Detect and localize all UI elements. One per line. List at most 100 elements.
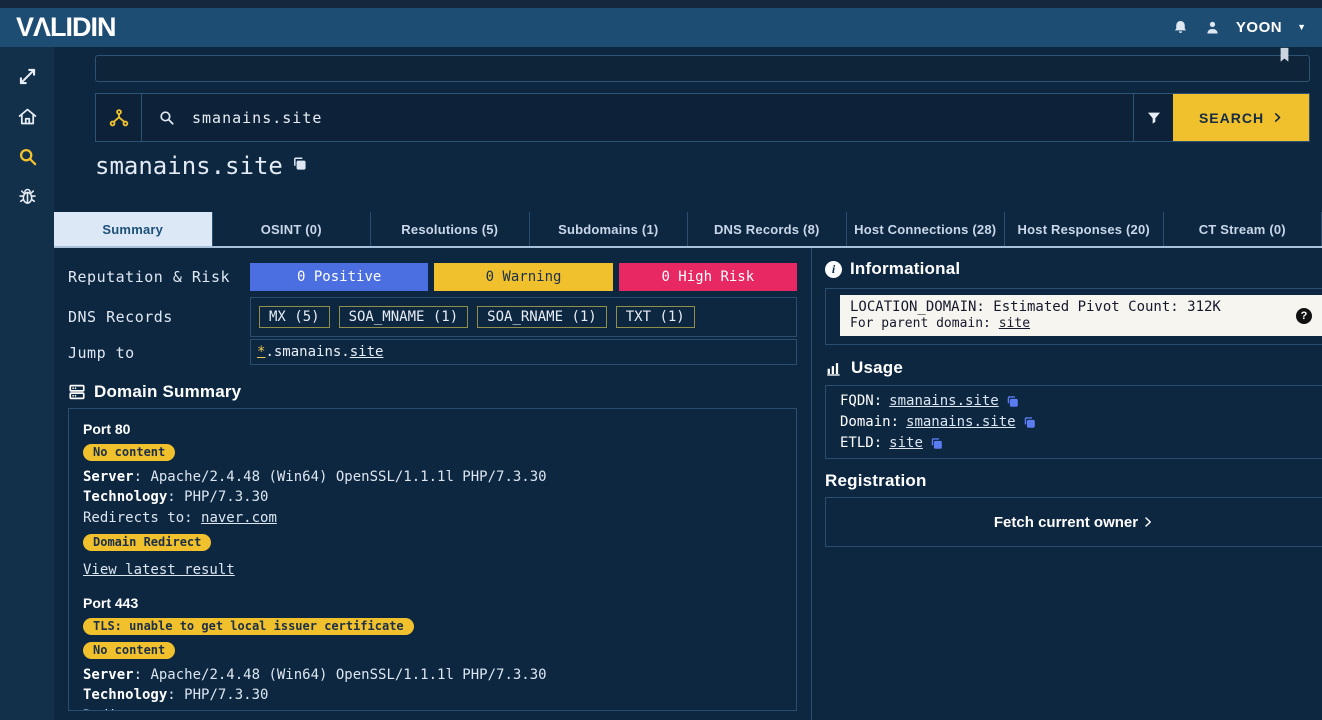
technology-value: PHP/7.3.30 bbox=[184, 687, 268, 703]
usage-row-fqdn: FQDN: smanains.site bbox=[840, 391, 1322, 412]
jump-to-label: Jump to bbox=[68, 344, 135, 362]
search-input[interactable]: smanains.site bbox=[142, 94, 1134, 141]
usage-row-etld: ETLD: site bbox=[840, 433, 1322, 454]
jump-to-box: *.smanains.site bbox=[250, 339, 797, 365]
page-title-row: smanains.site bbox=[95, 152, 307, 181]
technology-label: Technology bbox=[83, 687, 167, 703]
server-value: Apache/2.4.48 (Win64) OpenSSL/1.1.1l PHP… bbox=[150, 469, 546, 485]
jump-wildcard-link[interactable]: * bbox=[257, 344, 265, 360]
server-label: Server bbox=[83, 667, 134, 683]
domain-summary-header: Domain Summary bbox=[68, 382, 241, 402]
etld-value-link[interactable]: site bbox=[889, 433, 923, 454]
filter-funnel-icon[interactable] bbox=[1134, 94, 1173, 141]
technology-line: Technology: PHP/7.3.30 bbox=[83, 685, 782, 705]
search-bar: smanains.site SEARCH bbox=[95, 93, 1310, 142]
reputation-risk-label: Reputation & Risk bbox=[68, 268, 230, 286]
collapsed-top-panel[interactable] bbox=[95, 55, 1310, 82]
tab-host-connections[interactable]: Host Connections (28) bbox=[847, 212, 1006, 246]
tab-subdomains[interactable]: Subdomains (1) bbox=[530, 212, 689, 246]
search-button[interactable]: SEARCH bbox=[1173, 94, 1309, 141]
positive-badge[interactable]: 0 Positive bbox=[250, 263, 428, 291]
view-latest-result-link[interactable]: View latest result bbox=[83, 562, 235, 578]
fetch-current-owner-button[interactable]: Fetch current owner bbox=[994, 514, 1154, 531]
etld-label: ETLD: bbox=[840, 433, 882, 454]
redirects-line: Redirects to: naver.com bbox=[83, 705, 782, 711]
warning-badge[interactable]: 0 Warning bbox=[434, 263, 612, 291]
tab-summary[interactable]: Summary bbox=[54, 212, 213, 246]
redirects-line: Redirects to: naver.com bbox=[83, 507, 782, 529]
user-avatar-icon[interactable] bbox=[1204, 19, 1221, 36]
status-badge-domain-redirect: Domain Redirect bbox=[83, 534, 211, 551]
dns-chip-txt[interactable]: TXT (1) bbox=[616, 306, 695, 328]
informational-box: LOCATION_DOMAIN: Estimated Pivot Count: … bbox=[825, 288, 1322, 345]
copy-icon[interactable] bbox=[1006, 395, 1019, 408]
user-menu-name[interactable]: YOON bbox=[1236, 19, 1282, 36]
sidebar bbox=[0, 47, 54, 720]
port-443-block: Port 443 TLS: unable to get local issuer… bbox=[83, 595, 782, 711]
port-443-title: Port 443 bbox=[83, 595, 782, 611]
server-line: Server: Apache/2.4.48 (Win64) OpenSSL/1.… bbox=[83, 467, 782, 487]
info-icon: i bbox=[825, 261, 842, 278]
jump-tld-link[interactable]: site bbox=[350, 344, 384, 360]
dns-chip-mx[interactable]: MX (5) bbox=[259, 306, 330, 328]
top-strip bbox=[0, 0, 1322, 8]
usage-title: Usage bbox=[851, 358, 903, 378]
tab-resolutions[interactable]: Resolutions (5) bbox=[371, 212, 530, 246]
fqdn-value-link[interactable]: smanains.site bbox=[889, 391, 999, 412]
notifications-bell-icon[interactable] bbox=[1172, 19, 1189, 36]
port-80-block: Port 80 No content Server: Apache/2.4.48… bbox=[83, 421, 782, 579]
high-risk-badge[interactable]: 0 High Risk bbox=[619, 263, 797, 291]
tab-dns-records[interactable]: DNS Records (8) bbox=[688, 212, 847, 246]
header-actions: YOON ▼ bbox=[1172, 19, 1306, 36]
page-title: smanains.site bbox=[95, 152, 283, 181]
domain-value-link[interactable]: smanains.site bbox=[906, 412, 1016, 433]
domain-summary-card: Port 80 No content Server: Apache/2.4.48… bbox=[68, 408, 797, 711]
server-line: Server: Apache/2.4.48 (Win64) OpenSSL/1.… bbox=[83, 665, 782, 685]
app-header: VΛLIDIN YOON ▼ bbox=[0, 8, 1322, 47]
copy-icon[interactable] bbox=[930, 437, 943, 450]
redirect-target-link[interactable]: naver.com bbox=[201, 708, 277, 711]
fetch-owner-label: Fetch current owner bbox=[994, 514, 1138, 531]
help-question-icon[interactable]: ? bbox=[1296, 308, 1312, 324]
tab-osint[interactable]: OSINT (0) bbox=[213, 212, 372, 246]
brand-logo[interactable]: VΛLIDIN bbox=[16, 12, 116, 43]
status-badge-no-content: No content bbox=[83, 642, 175, 659]
parent-domain-link[interactable]: site bbox=[999, 316, 1030, 331]
informational-parent-line: For parent domain: site bbox=[850, 316, 1289, 331]
tab-bar: Summary OSINT (0) Resolutions (5) Subdom… bbox=[54, 212, 1322, 248]
copy-icon[interactable] bbox=[1023, 416, 1036, 429]
server-stack-icon bbox=[68, 383, 86, 401]
chevron-down-icon[interactable]: ▼ bbox=[1297, 23, 1306, 32]
domain-label: Domain: bbox=[840, 412, 899, 433]
tab-ct-stream[interactable]: CT Stream (0) bbox=[1164, 212, 1322, 246]
dns-chip-soa-rname[interactable]: SOA_RNAME (1) bbox=[477, 306, 607, 328]
bookmark-icon[interactable] bbox=[1276, 45, 1293, 65]
technology-label: Technology bbox=[83, 489, 167, 505]
usage-header: Usage bbox=[825, 358, 903, 378]
search-icon[interactable] bbox=[17, 146, 38, 167]
server-label: Server bbox=[83, 469, 134, 485]
search-query-text: smanains.site bbox=[192, 109, 322, 127]
copy-icon[interactable] bbox=[292, 156, 307, 171]
informational-header: i Informational bbox=[825, 259, 960, 279]
registration-box: Fetch current owner bbox=[825, 497, 1322, 547]
usage-row-domain: Domain: smanains.site bbox=[840, 412, 1322, 433]
dns-chip-soa-mname[interactable]: SOA_MNAME (1) bbox=[339, 306, 469, 328]
column-divider bbox=[811, 248, 812, 720]
informational-card: LOCATION_DOMAIN: Estimated Pivot Count: … bbox=[840, 295, 1322, 336]
bar-chart-icon bbox=[825, 359, 843, 377]
jump-middle-text: .smanains. bbox=[265, 344, 349, 360]
technology-value: PHP/7.3.30 bbox=[184, 489, 268, 505]
redirect-target-link[interactable]: naver.com bbox=[201, 510, 277, 526]
technology-line: Technology: PHP/7.3.30 bbox=[83, 487, 782, 507]
fqdn-label: FQDN: bbox=[840, 391, 882, 412]
server-value: Apache/2.4.48 (Win64) OpenSSL/1.1.1l PHP… bbox=[150, 667, 546, 683]
pivot-network-icon[interactable] bbox=[96, 94, 142, 141]
registration-header: Registration bbox=[825, 471, 927, 491]
bug-icon[interactable] bbox=[17, 186, 38, 207]
expand-icon[interactable] bbox=[17, 66, 38, 87]
tab-host-responses[interactable]: Host Responses (20) bbox=[1005, 212, 1164, 246]
dns-records-box: MX (5) SOA_MNAME (1) SOA_RNAME (1) TXT (… bbox=[250, 297, 797, 337]
home-icon[interactable] bbox=[17, 106, 38, 127]
chevron-right-icon bbox=[1142, 516, 1154, 528]
